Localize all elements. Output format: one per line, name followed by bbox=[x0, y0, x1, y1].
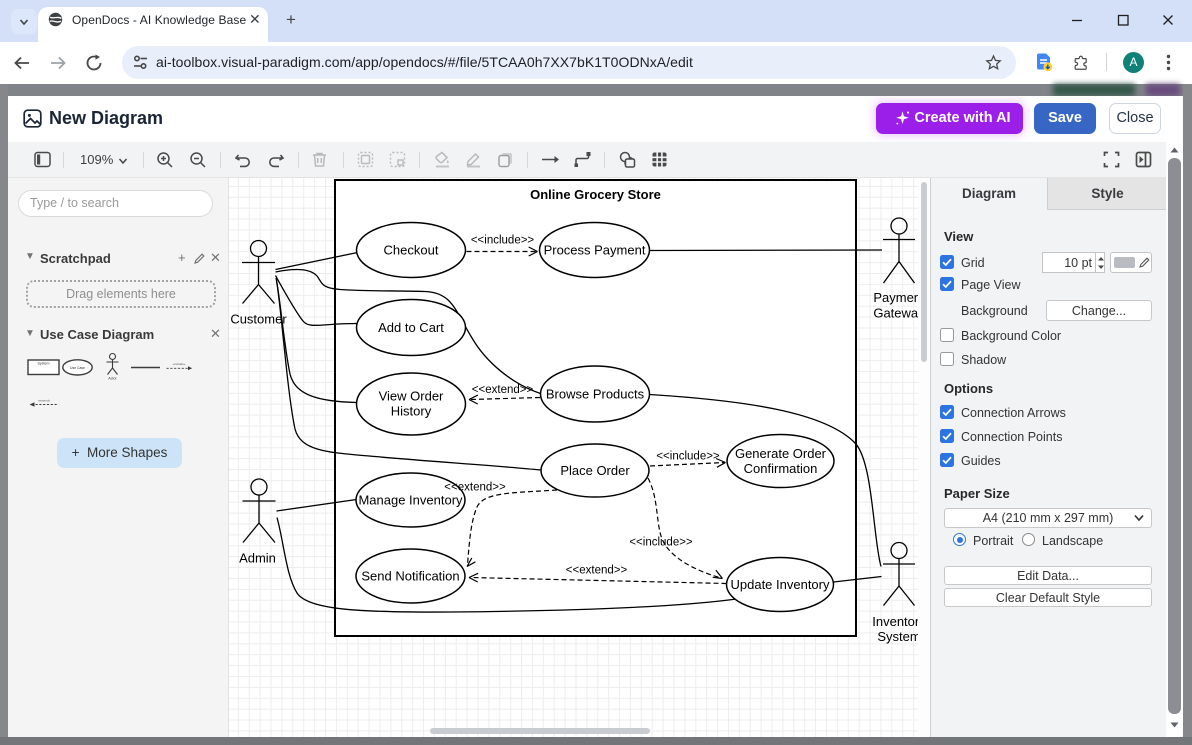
svg-text:System: System bbox=[877, 629, 918, 644]
svg-text:Place Order: Place Order bbox=[560, 463, 630, 478]
svg-text:Admin: Admin bbox=[239, 551, 276, 566]
svg-text:Online Grocery Store: Online Grocery Store bbox=[530, 187, 661, 202]
svg-text:Update Inventory: Update Inventory bbox=[730, 577, 830, 592]
svg-text:Confirmation: Confirmation bbox=[744, 461, 818, 476]
svg-text:Add to Cart: Add to Cart bbox=[378, 320, 444, 335]
svg-text:History: History bbox=[391, 404, 432, 419]
svg-text:Generate Order: Generate Order bbox=[735, 446, 827, 461]
svg-text:<<include>>: <<include>> bbox=[656, 450, 720, 462]
svg-text:Send Notification: Send Notification bbox=[361, 569, 459, 584]
svg-text:<<include>>: <<include>> bbox=[629, 536, 693, 548]
svg-text:Process Payment: Process Payment bbox=[544, 243, 646, 258]
svg-text:<<extend>>: <<extend>> bbox=[566, 564, 628, 576]
svg-text:<<extend>>: <<extend>> bbox=[444, 481, 506, 493]
svg-text:Gateway: Gateway bbox=[873, 306, 918, 321]
svg-text:<<include>>: <<include>> bbox=[471, 234, 535, 246]
svg-text:Manage Inventory: Manage Inventory bbox=[358, 493, 463, 508]
svg-text:View Order: View Order bbox=[379, 389, 444, 404]
svg-text:Inventory: Inventory bbox=[872, 614, 918, 629]
svg-text:<<extend>>: <<extend>> bbox=[472, 384, 534, 396]
svg-text:Browse Products: Browse Products bbox=[546, 387, 645, 402]
svg-text:Actor: Actor bbox=[108, 377, 117, 381]
svg-text:Customer: Customer bbox=[230, 312, 287, 327]
svg-text:Payment: Payment bbox=[873, 290, 918, 305]
svg-text:«extend»: «extend» bbox=[38, 399, 51, 403]
svg-text:System: System bbox=[38, 362, 50, 366]
svg-text:Use Case: Use Case bbox=[70, 366, 85, 370]
svg-text:Checkout: Checkout bbox=[384, 243, 439, 258]
svg-text:«include»: «include» bbox=[173, 362, 186, 366]
